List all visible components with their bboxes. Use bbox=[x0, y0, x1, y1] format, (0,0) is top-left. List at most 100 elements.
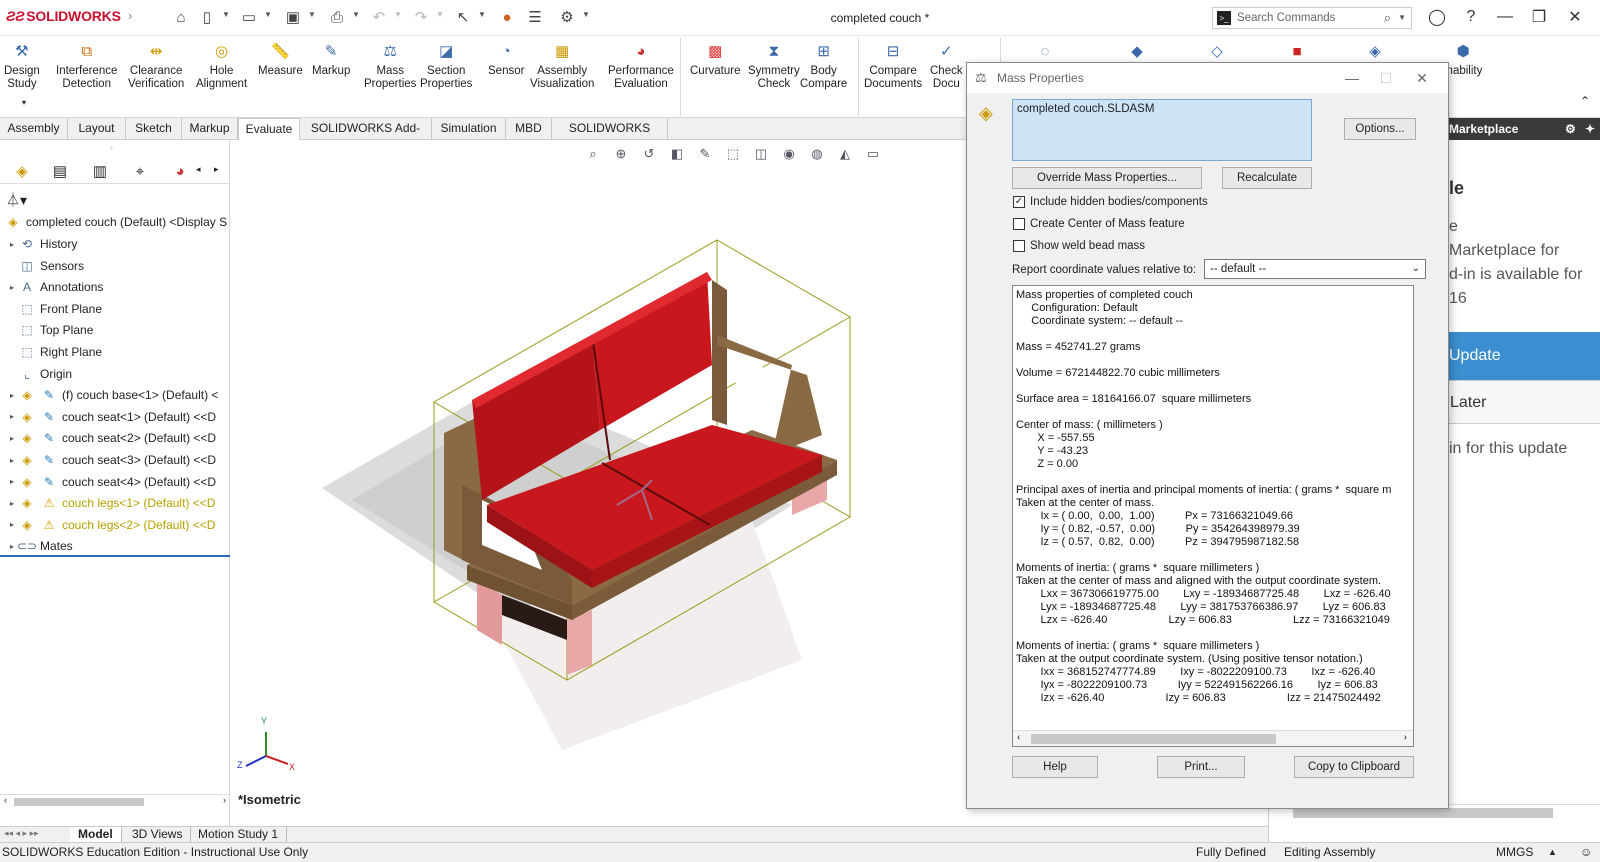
scrollbar-thumb[interactable] bbox=[1031, 734, 1276, 744]
filter-icon[interactable]: ⏃▾ bbox=[6, 190, 27, 210]
coordinate-system-select[interactable]: -- default -- ⌄ bbox=[1204, 259, 1426, 279]
tree-item[interactable]: ▸ ◈ ⚠ couch legs<2> (Default) <<D bbox=[0, 514, 230, 536]
select-cursor-icon[interactable]: ↖ bbox=[452, 6, 474, 28]
tree-item[interactable]: ▸ ⟲ History bbox=[0, 233, 230, 255]
rebuild-icon[interactable]: ● bbox=[496, 6, 518, 28]
bottom-tab[interactable]: Motion Study 1 bbox=[190, 827, 288, 843]
selected-item[interactable]: completed couch.SLDASM bbox=[1017, 103, 1154, 115]
compare-documents-button[interactable]: ⊟ Compare Documents bbox=[864, 40, 922, 91]
checkbox-box[interactable]: ✓ bbox=[1013, 196, 1025, 208]
assembly-visualization-button[interactable]: ▦ Assembly Visualization bbox=[530, 40, 594, 91]
scroll-left-icon[interactable]: ‹ bbox=[1017, 732, 1020, 743]
tab-mbd[interactable]: MBD bbox=[506, 118, 552, 140]
feedback-icon[interactable]: ☺ bbox=[1580, 843, 1592, 862]
user-account-icon[interactable]: ◯ bbox=[1424, 6, 1450, 28]
scroll-left-icon[interactable]: ‹ bbox=[4, 795, 7, 805]
chevron-down-icon[interactable]: ▼ bbox=[1398, 13, 1406, 22]
interference-button[interactable]: ⧉ Interference Detection bbox=[56, 40, 117, 91]
tab-layout[interactable]: Layout bbox=[68, 118, 126, 140]
redo-icon[interactable]: ↷ bbox=[410, 6, 432, 28]
file-properties-icon[interactable]: ☰ bbox=[524, 6, 546, 28]
scroll-left-icon[interactable]: ◂ bbox=[196, 164, 201, 175]
expand-arrow-icon[interactable]: ▸ bbox=[6, 499, 18, 508]
chevron-down-icon[interactable]: ⌄ bbox=[1412, 260, 1420, 278]
units-selector[interactable]: MMGS bbox=[1496, 843, 1533, 862]
copy-to-clipboard-button[interactable]: Copy to Clipboard bbox=[1294, 756, 1414, 778]
chevron-up-icon[interactable]: ▲ bbox=[1548, 843, 1557, 862]
create-center-of-mass-checkbox[interactable]: Create Center of Mass feature bbox=[1013, 216, 1185, 232]
search-commands-input[interactable]: >_ Search Commands ⌕ ▼ bbox=[1212, 7, 1412, 29]
chevron-right-icon[interactable]: › bbox=[128, 8, 132, 23]
selected-items-list[interactable]: completed couch.SLDASM bbox=[1012, 99, 1312, 161]
close-icon[interactable]: ✕ bbox=[1562, 6, 1588, 28]
section-properties-button[interactable]: ◪ Section Properties bbox=[420, 40, 472, 91]
tree-item[interactable]: ▸ ◈ ⚠ couch legs<1> (Default) <<D bbox=[0, 492, 230, 514]
rollback-bar[interactable] bbox=[0, 555, 230, 557]
collapse-handle-icon[interactable]: ◦ bbox=[110, 143, 113, 152]
mass-properties-results[interactable]: Mass properties of completed couch Confi… bbox=[1012, 285, 1414, 747]
tree-item[interactable]: ▸ ◈ ✎ couch seat<4> (Default) <<D bbox=[0, 471, 230, 493]
chevron-down-icon[interactable]: ▾ bbox=[22, 98, 26, 107]
options-button[interactable]: Options... bbox=[1344, 118, 1416, 140]
close-icon[interactable]: ✕ bbox=[1407, 69, 1437, 87]
search-icon[interactable]: ⌕ bbox=[1384, 10, 1391, 26]
tree-item[interactable]: ⌞ Origin bbox=[0, 363, 230, 385]
minimize-icon[interactable]: — bbox=[1337, 69, 1367, 87]
chevron-down-icon[interactable]: ▼ bbox=[582, 10, 590, 19]
pin-icon[interactable]: ✦ bbox=[1585, 118, 1595, 140]
bottom-tab[interactable]: 3D Views bbox=[124, 827, 192, 843]
expand-arrow-icon[interactable]: ▸ bbox=[6, 412, 18, 421]
expand-arrow-icon[interactable]: ▸ bbox=[6, 434, 18, 443]
tab-markup[interactable]: Markup bbox=[182, 118, 238, 140]
expand-arrow-icon[interactable]: ▸ bbox=[6, 240, 18, 249]
help-button[interactable]: Help bbox=[1012, 756, 1098, 778]
expand-arrow-icon[interactable]: ▸ bbox=[6, 520, 18, 529]
configuration-manager-icon[interactable]: ▥ bbox=[82, 160, 118, 182]
show-weld-bead-mass-checkbox[interactable]: Show weld bead mass bbox=[1013, 238, 1145, 254]
tree-item[interactable]: ◫ Sensors bbox=[0, 255, 230, 277]
expand-arrow-icon[interactable]: ▸ bbox=[6, 283, 18, 292]
tree-item[interactable]: ▸ ◈ ✎ couch seat<3> (Default) <<D bbox=[0, 449, 230, 471]
gear-icon[interactable]: ⚙ bbox=[1565, 118, 1576, 140]
tab-sketch[interactable]: Sketch bbox=[126, 118, 182, 140]
tree-item[interactable]: ⬚ Front Plane bbox=[0, 298, 230, 320]
performance-evaluation-button[interactable]: ◕ Performance Evaluation bbox=[608, 40, 674, 91]
feature-tree-icon[interactable]: ◈ bbox=[4, 160, 40, 182]
help-icon[interactable]: ? bbox=[1458, 6, 1484, 28]
check-documents-button[interactable]: ✓ Check Docu bbox=[930, 40, 963, 91]
tree-item[interactable]: ▸ ◈ ✎ (f) couch base<1> (Default) < bbox=[0, 384, 230, 406]
chevron-down-icon[interactable]: ▼ bbox=[222, 10, 230, 19]
expand-arrow-icon[interactable]: ▸ bbox=[6, 456, 18, 465]
tree-item[interactable]: ▸ A Annotations bbox=[0, 276, 230, 298]
measure-button[interactable]: 📏 Measure bbox=[258, 40, 303, 78]
chevron-down-icon[interactable]: ▼ bbox=[394, 10, 402, 19]
sensor-button[interactable]: ◔ Sensor bbox=[488, 40, 524, 78]
tab-evaluate[interactable]: Evaluate bbox=[238, 118, 300, 140]
markup-button[interactable]: ✎ Markup bbox=[312, 40, 350, 78]
chevron-down-icon[interactable]: ▼ bbox=[264, 10, 272, 19]
tab-simulation[interactable]: Simulation bbox=[432, 118, 506, 140]
print-icon[interactable]: ⎙ bbox=[326, 6, 348, 28]
minimize-icon[interactable]: — bbox=[1492, 6, 1518, 28]
checkbox-box[interactable] bbox=[1013, 240, 1025, 252]
include-hidden-checkbox[interactable]: ✓ Include hidden bodies/components bbox=[1013, 194, 1208, 210]
property-manager-icon[interactable]: ▤ bbox=[42, 160, 78, 182]
checkbox-box[interactable] bbox=[1013, 218, 1025, 230]
bottom-tab[interactable]: Model bbox=[70, 827, 122, 843]
display-manager-icon[interactable]: ◕ bbox=[162, 160, 198, 182]
clearance-button[interactable]: ⇹ Clearance Verification bbox=[128, 40, 184, 91]
symmetry-check-button[interactable]: ⧗ Symmetry Check bbox=[748, 40, 800, 91]
tree-root[interactable]: ◈ completed couch (Default) <Display S bbox=[0, 211, 230, 233]
scrollbar-thumb[interactable] bbox=[14, 798, 144, 806]
gear-icon[interactable]: ⚙ bbox=[556, 6, 578, 28]
tree-item[interactable]: ⬚ Right Plane bbox=[0, 341, 230, 363]
recalculate-button[interactable]: Recalculate bbox=[1222, 167, 1312, 189]
expand-arrow-icon[interactable]: ▸ bbox=[6, 391, 18, 400]
collapse-ribbon-icon[interactable]: ⌃ bbox=[1580, 94, 1590, 108]
expand-arrow-icon[interactable]: ▸ bbox=[6, 477, 18, 486]
chevron-down-icon[interactable]: ▼ bbox=[478, 10, 486, 19]
chevron-down-icon[interactable]: ▼ bbox=[308, 10, 316, 19]
tab-scroll-icon[interactable]: ◂◂ ◂ ▸ ▸▸ bbox=[4, 828, 39, 839]
scroll-right-icon[interactable]: ▸ bbox=[214, 164, 219, 175]
tab-solidworks-add-ins[interactable]: SOLIDWORKS Add-Ins bbox=[300, 118, 432, 156]
